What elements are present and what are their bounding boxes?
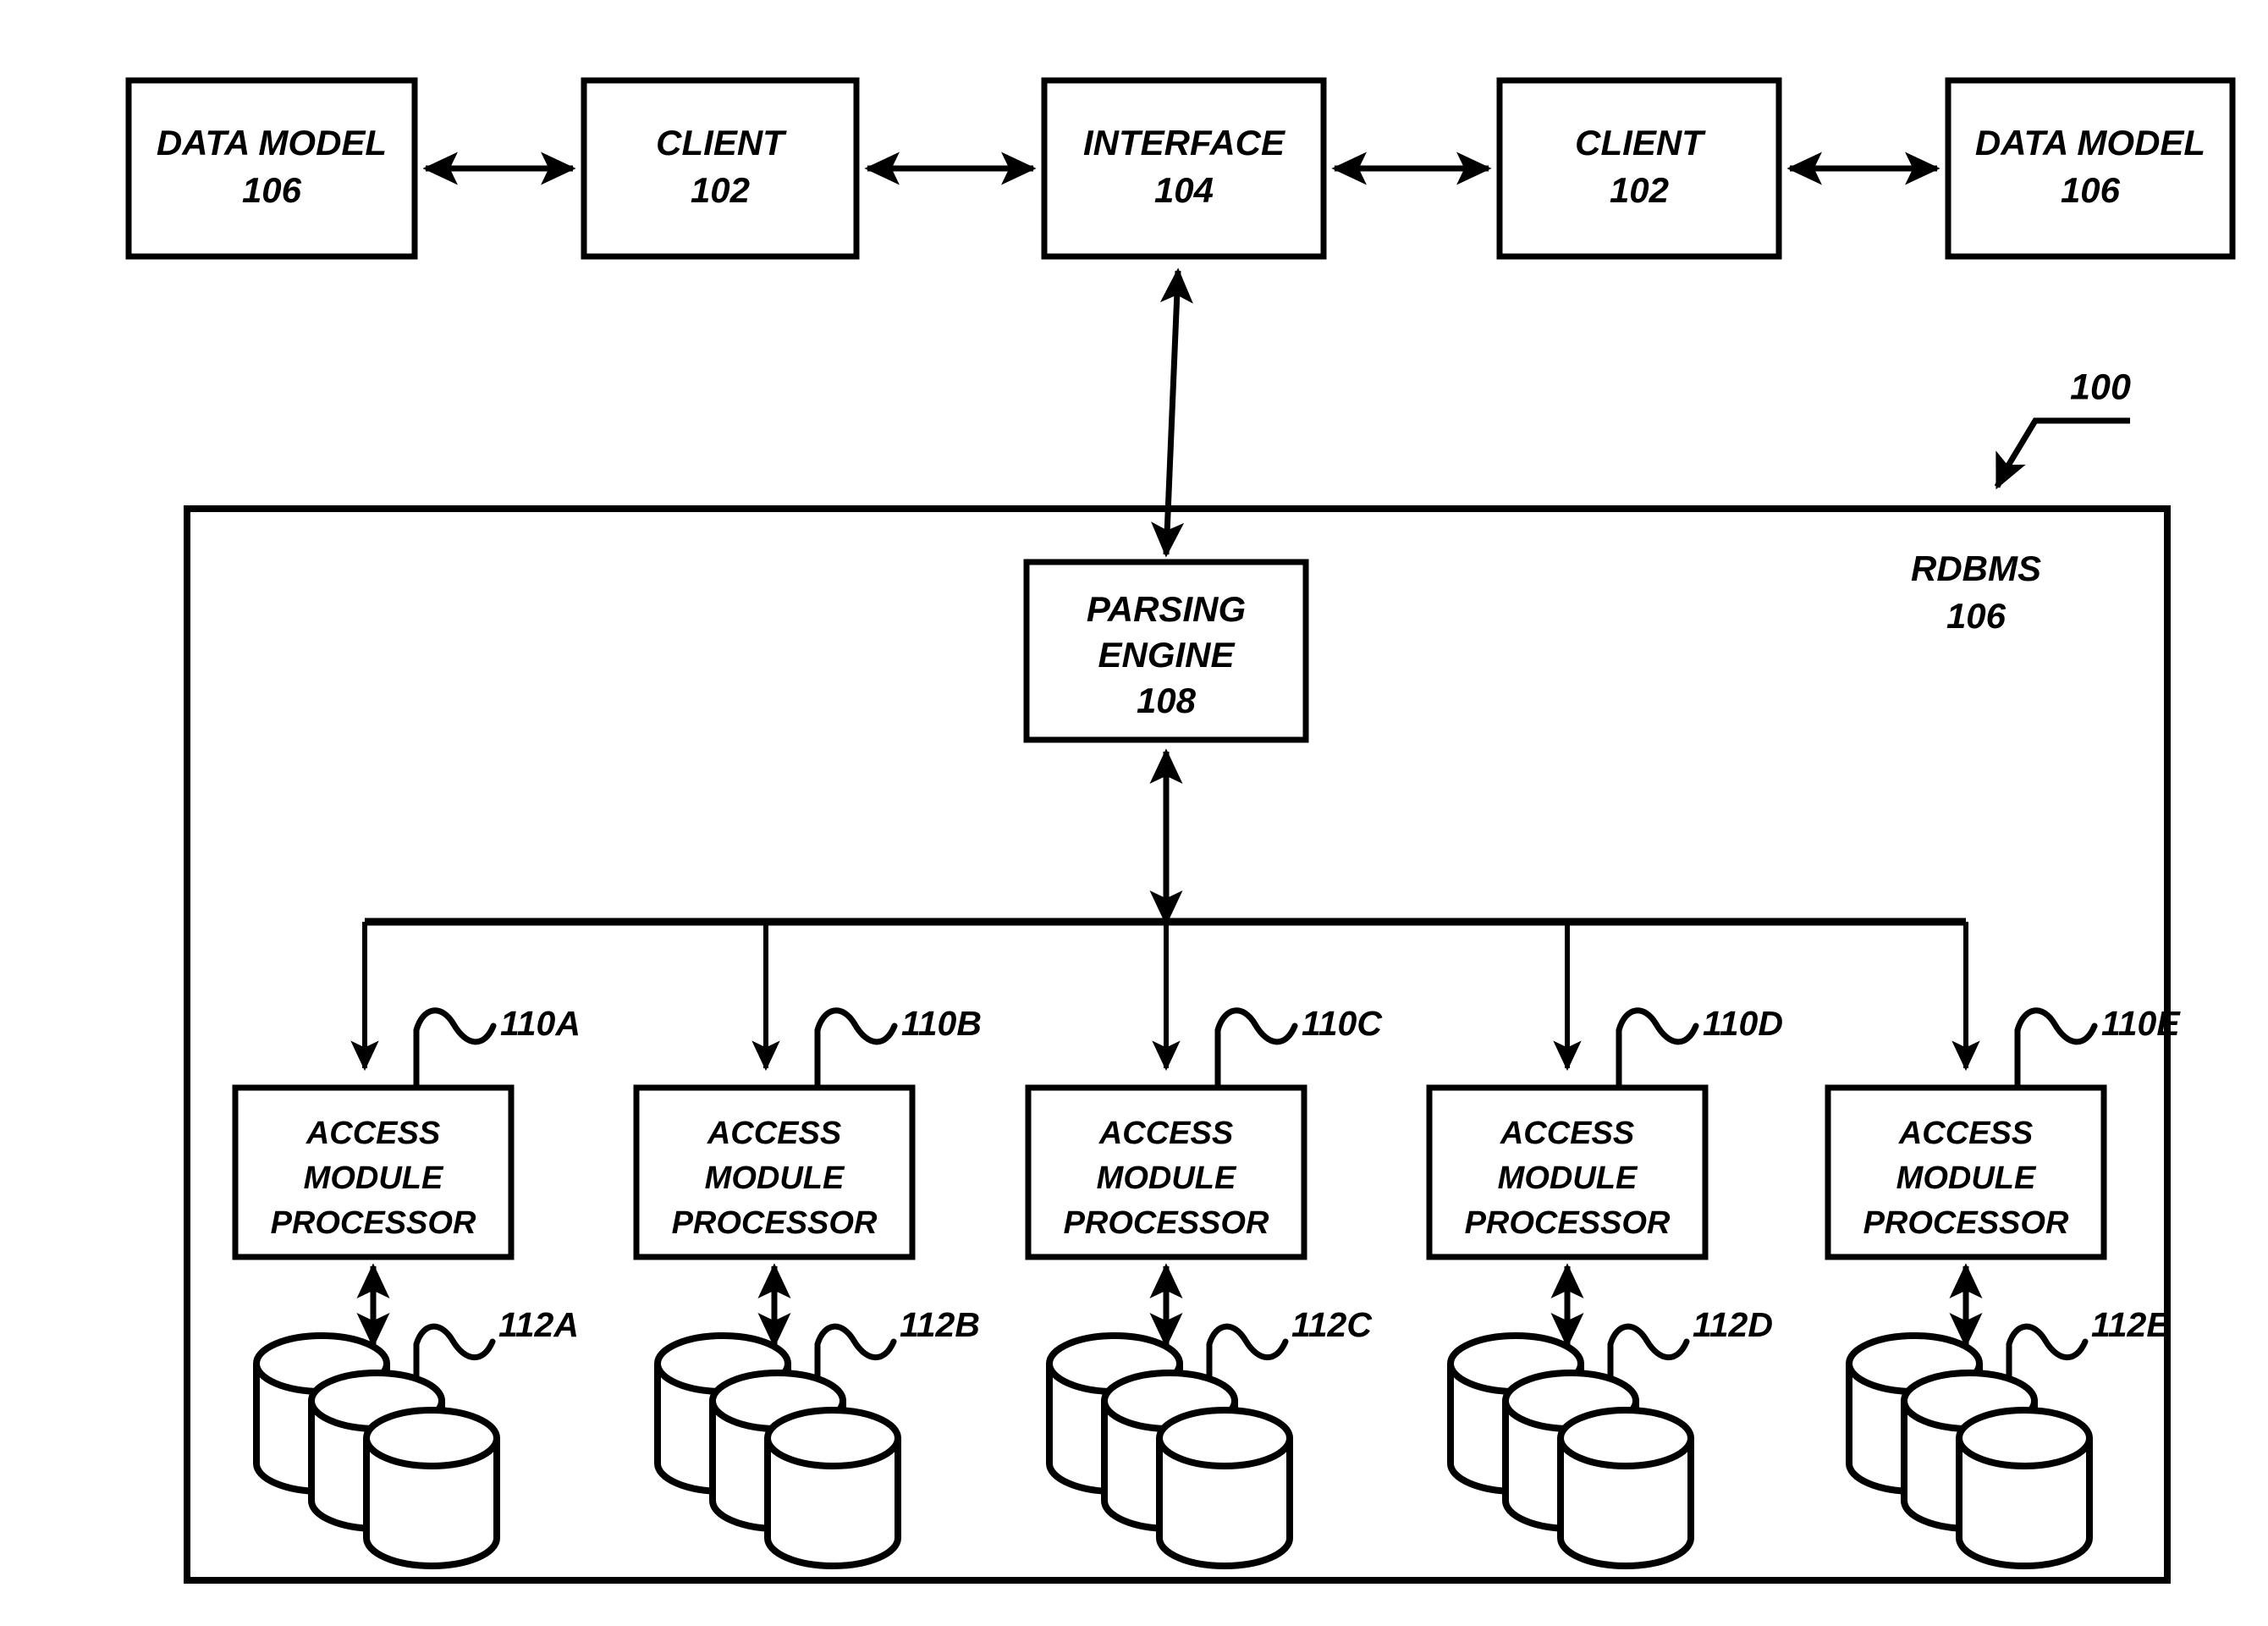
reference-112D: 112D [1693,1305,1773,1344]
node-client-left[interactable]: CLIENT 102 [581,77,860,260]
node-label-line1: CLIENT [1575,123,1706,163]
leader-squiggle-110C [1214,1007,1298,1093]
reference-112C: 112C [1291,1305,1373,1344]
amp-label-line3: PROCESSOR [1465,1205,1671,1241]
node-data-model-left[interactable]: DATA MODEL 106 [125,77,418,260]
amp-label-line2: MODULE [1896,1160,2037,1196]
figure-numeral: 100 [2070,367,2131,407]
storage-disk-stack-b [654,1332,901,1569]
amp-label-line2: MODULE [304,1160,444,1196]
reference-110A: 110A [500,1004,581,1043]
node-box [1945,77,2236,260]
amp-column-110B: 110B ACCESS MODULE PROCESSOR 112B [633,922,982,1569]
node-interface[interactable]: INTERFACE 104 [1041,77,1327,260]
reference-112E: 112E [2091,1305,2171,1344]
reference-110C: 110C [1302,1004,1383,1043]
node-client-right[interactable]: CLIENT 102 [1496,77,1782,260]
leader-arrow-100 [1994,450,2026,490]
amp-label-line3: PROCESSOR [672,1205,878,1241]
amp-label-line3: PROCESSOR [1064,1205,1269,1241]
node-access-module-processor-c[interactable]: ACCESS MODULE PROCESSOR [1025,1084,1307,1260]
node-label-line2: 106 [242,170,302,210]
amp-label-line1: ACCESS [707,1116,841,1151]
leader-squiggle-110D [1616,1007,1699,1093]
amp-label-line2: MODULE [1498,1160,1638,1196]
leader-squiggle-110A [413,1007,497,1093]
amp-label-line1: ACCESS [306,1116,440,1151]
amp-column-110D: 110D ACCESS MODULE PROCESSOR 112D [1426,922,1783,1569]
leader-squiggle-110E [2014,1007,2098,1093]
node-box [125,77,418,260]
amp-label-line2: MODULE [705,1160,845,1196]
node-access-module-processor-d[interactable]: ACCESS MODULE PROCESSOR [1426,1084,1709,1260]
reference-110B: 110B [901,1004,982,1043]
amp-label-line1: ACCESS [1098,1116,1233,1151]
amp-column-110E: 110E ACCESS MODULE PROCESSOR 112E [1825,922,2181,1569]
node-label-line1: CLIENT [656,123,787,163]
rdbms-numeral: 106 [1946,596,2007,636]
node-access-module-processor-b[interactable]: ACCESS MODULE PROCESSOR [633,1084,916,1260]
disk-cylinder-3 [363,1407,500,1569]
node-label-line2: 102 [1610,170,1669,210]
reference-110D: 110D [1703,1004,1783,1043]
amp-column-110C: 110C ACCESS MODULE PROCESSOR 112C [1025,922,1383,1569]
patent-figure-svg: DATA MODEL 106 CLIENT 102 INTERFACE 104 … [125,77,2236,1584]
node-box [1041,77,1327,260]
disk-cylinder-3 [1156,1407,1293,1569]
figure-reference-leader: 100 [1994,367,2131,490]
node-parsing-engine[interactable]: PARSING ENGINE 108 [1023,559,1309,743]
storage-disk-stack-c [1046,1332,1293,1569]
disk-cylinder-3 [1956,1407,2093,1569]
amp-label-line3: PROCESSOR [271,1205,476,1241]
amp-label-line2: MODULE [1097,1160,1237,1196]
disk-cylinder-3 [1557,1407,1694,1569]
node-box [581,77,860,260]
parsing-engine-line3: 108 [1137,681,1197,720]
leader-line-100 [2001,417,2130,476]
rdbms-label: RDBMS [1911,548,2041,588]
amp-label-line1: ACCESS [1500,1116,1634,1151]
parsing-engine-line1: PARSING [1087,589,1246,629]
node-label-line2: 104 [1154,170,1214,210]
storage-disk-stack-e [1846,1332,2093,1569]
node-access-module-processor-e[interactable]: ACCESS MODULE PROCESSOR [1825,1084,2107,1260]
reference-112A: 112A [498,1305,579,1344]
amp-label-line1: ACCESS [1898,1116,2033,1151]
reference-112B: 112B [900,1305,980,1344]
node-data-model-right[interactable]: DATA MODEL 106 [1945,77,2236,260]
reference-110E: 110E [2101,1004,2181,1043]
disk-cylinder-3 [764,1407,901,1569]
storage-disk-stack-a [253,1332,500,1569]
parsing-engine-line2: ENGINE [1098,635,1236,675]
node-label-line2: 106 [2061,170,2121,210]
node-label-line2: 102 [691,170,750,210]
node-box [1496,77,1782,260]
amp-column-110A: 110A ACCESS MODULE PROCESSOR 112A [232,922,581,1569]
node-label-line1: DATA MODEL [1975,123,2205,163]
figure-canvas: DATA MODEL 106 CLIENT 102 INTERFACE 104 … [0,0,2268,1626]
node-access-module-processor-a[interactable]: ACCESS MODULE PROCESSOR [232,1084,515,1260]
top-row-group: DATA MODEL 106 CLIENT 102 INTERFACE 104 … [125,77,2236,260]
storage-disk-stack-d [1447,1332,1694,1569]
leader-squiggle-110B [814,1007,898,1093]
amp-label-line3: PROCESSOR [1863,1205,2069,1241]
node-label-line1: DATA MODEL [157,123,387,163]
node-label-line1: INTERFACE [1083,123,1286,163]
